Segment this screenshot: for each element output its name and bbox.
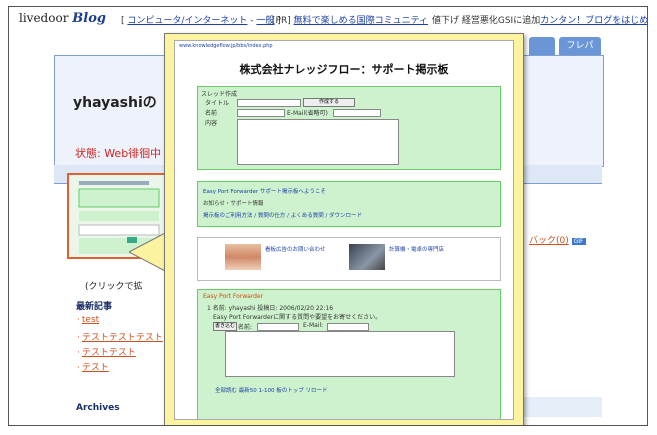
board-link[interactable]: お知らせ・サポート情報 <box>203 199 263 207</box>
ad-link[interactable]: 計算機・電卓の専門店 <box>389 245 444 253</box>
thread-body: Easy Port Forwarderに関する質問や要望をお寄せください。 <box>213 314 382 321</box>
list-item: · テストテストテスト <box>77 330 163 345</box>
livedoor-logo[interactable]: livedoor Blog <box>19 11 106 26</box>
recent-post-link[interactable]: テストテストテスト <box>82 333 163 343</box>
list-item: · テストテスト <box>77 345 163 360</box>
recent-posts-heading: 最新記事 <box>76 302 113 312</box>
popup-url: www.knowledgeflow.jp/bbs/index.php <box>179 43 273 49</box>
reply-textarea[interactable] <box>225 331 455 377</box>
tab-frepa[interactable]: フレパ <box>559 37 601 55</box>
news-ticker: 値下げ 経営悪化GSIに追加カンタン！ブログをはじめよう <box>432 13 647 26</box>
recent-posts-list: · test · テストテストテスト · テストテスト · テスト <box>77 315 163 375</box>
popup-title: 株式会社ナレッジフロー：サポート掲示板 <box>239 63 449 76</box>
email-input[interactable] <box>333 109 381 117</box>
top-bar: livedoor Blog [ コンピュータ/インターネット - 一般 ] [P… <box>9 7 647 29</box>
archives-heading: Archives <box>76 403 120 413</box>
reply-email-label: E-Mail: <box>303 322 324 329</box>
pr-link[interactable]: 無料で楽しめる国際コミュニティ <box>294 16 428 26</box>
pr-label: [PR] <box>272 16 294 26</box>
thread-meta: 1 名前: yhayashi 投稿日: 2006/02/20 22:16 <box>207 305 334 312</box>
start-blog-link[interactable]: カンタン！ブログをはじめよう <box>540 16 647 26</box>
blog-title[interactable]: yhayashiの <box>73 92 157 112</box>
bullet-icon: · <box>77 333 80 343</box>
name-label: 名前 <box>205 110 218 117</box>
bullet-icon: · <box>77 348 80 358</box>
bullet-icon: · <box>77 315 80 325</box>
thread-title[interactable]: Easy Port Forwarder <box>203 293 263 300</box>
reply-name-label: 名前: <box>238 324 253 331</box>
status-text: 状態: Web徘徊中 <box>75 147 162 160</box>
trackback-link[interactable]: バック(0) <box>529 236 569 246</box>
thumbnail-caption: (クリックで拡 <box>85 282 143 292</box>
form-heading: スレッド作成 <box>201 91 238 98</box>
recent-post-link[interactable]: テストテスト <box>82 348 136 358</box>
pr-notice: [PR] 無料で楽しめる国際コミュニティ <box>272 13 428 26</box>
thread-footer-links[interactable]: 全部読む 最新50 1-100 板のトップ リロード <box>215 386 327 394</box>
popup-screenshot: www.knowledgeflow.jp/bbs/index.php 株式会社ナ… <box>174 40 514 420</box>
tab-item[interactable] <box>529 37 555 55</box>
trackback-badge: GIF <box>571 238 586 245</box>
title-input[interactable] <box>237 99 301 107</box>
board-link[interactable]: 掲示板のご利用方法 / 質問の仕方 / よくある質問 / ダウンロード <box>203 211 362 219</box>
news-text: 値下げ 経営悪化GSIに追加 <box>432 16 541 26</box>
logo-blog: Blog <box>72 11 106 26</box>
body-label: 内容 <box>205 120 218 127</box>
reply-name-input[interactable] <box>257 323 299 331</box>
list-item: · test <box>77 315 163 330</box>
bullet-icon: · <box>77 363 80 373</box>
ad-image[interactable] <box>349 244 385 270</box>
trackback: バック(0) GIF <box>529 233 586 246</box>
email-label: E-Mail(省略可) <box>287 110 328 117</box>
name-input[interactable] <box>237 109 285 117</box>
body-textarea[interactable] <box>237 119 399 165</box>
ad-link[interactable]: 看板広告のお問い合わせ <box>265 245 326 253</box>
ad-image[interactable] <box>225 244 261 270</box>
category-link[interactable]: コンピュータ/インターネット <box>127 16 247 26</box>
category-breadcrumb: [ コンピュータ/インターネット - 一般 ] <box>121 13 281 26</box>
reply-button[interactable]: 書き込む <box>213 322 237 331</box>
board-link[interactable]: Easy Port Forwarder サポート掲示板へようこそ <box>203 187 326 195</box>
reply-email-input[interactable] <box>327 323 369 331</box>
image-popup[interactable]: www.knowledgeflow.jp/bbs/index.php 株式会社ナ… <box>164 33 524 425</box>
submit-button[interactable]: 作成する <box>303 98 355 107</box>
recent-post-link[interactable]: test <box>82 315 99 325</box>
title-label: タイトル <box>205 100 230 107</box>
browser-frame: livedoor Blog [ コンピュータ/インターネット - 一般 ] [P… <box>8 6 648 426</box>
list-item: · テスト <box>77 360 163 375</box>
recent-post-link[interactable]: テスト <box>82 363 109 373</box>
logo-text: livedoor <box>19 11 69 25</box>
